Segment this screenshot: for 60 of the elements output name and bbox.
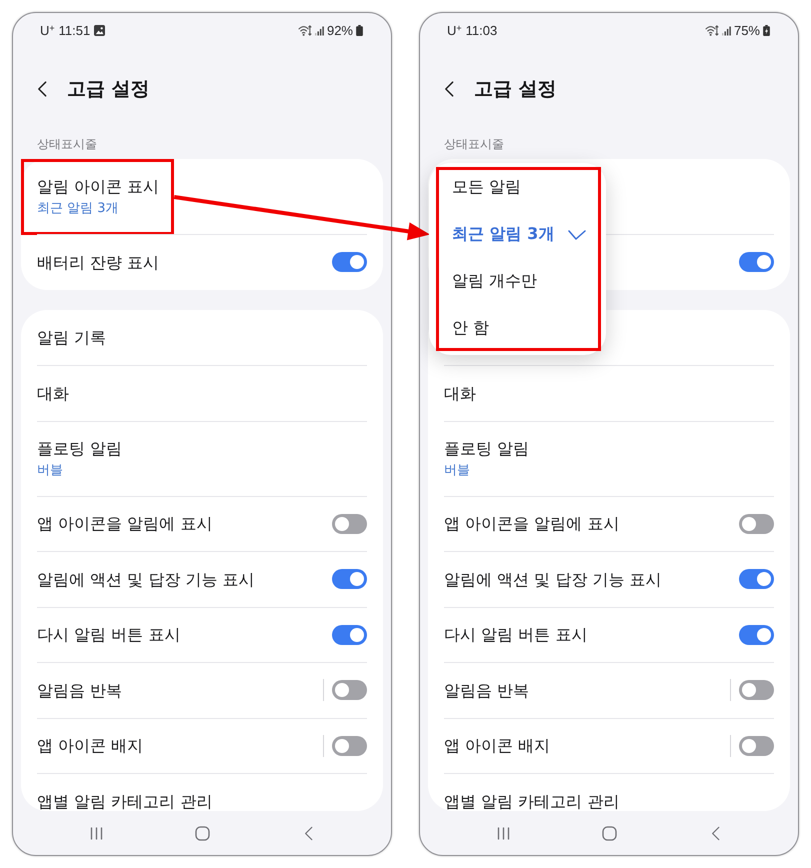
setting-label[interactable]: 앱별 알림 카테고리 관리	[37, 792, 212, 811]
toggle-switch[interactable]	[332, 736, 367, 756]
setting-label[interactable]: 앱별 알림 카테고리 관리	[444, 792, 620, 811]
home-icon[interactable]	[194, 826, 210, 840]
toggle-switch[interactable]	[332, 252, 367, 272]
setting-label[interactable]: 알림음 반복	[37, 680, 122, 700]
setting-label[interactable]: 알림에 액션 및 답장 기능 표시	[444, 570, 662, 589]
home-icon[interactable]	[602, 826, 616, 840]
page-title: 고급 설정	[67, 77, 150, 102]
setting-label[interactable]: 플로팅 알림	[37, 438, 122, 458]
setting-label[interactable]: 플로팅 알림	[444, 438, 530, 458]
setting-label[interactable]: 알림에 액션 및 답장 기능 표시	[37, 570, 254, 589]
wifi-icon	[298, 25, 312, 36]
setting-label[interactable]: 앱 아이콘 배지	[37, 736, 144, 756]
clock-time: 11:51	[58, 23, 90, 38]
toggle-switch[interactable]	[739, 514, 774, 534]
section-header: 상태표시줄	[443, 136, 505, 153]
wifi-icon	[704, 25, 719, 36]
setting-label[interactable]: 알림 기록	[37, 328, 106, 347]
check-icon	[568, 230, 586, 240]
toggle-switch[interactable]	[739, 624, 774, 645]
recent-apps-icon[interactable]	[90, 826, 102, 840]
setting-value: 최근 알림 3개	[37, 200, 119, 216]
battery-percent: 75%	[734, 23, 760, 38]
menu-option[interactable]: 모든 알림	[429, 164, 606, 211]
setting-label[interactable]: 알림 아이콘 표시	[37, 176, 160, 196]
toggle-switch[interactable]	[739, 736, 774, 756]
setting-label[interactable]: 앱 아이콘 배지	[444, 736, 550, 756]
menu-option[interactable]: 최근 알림 3개	[429, 211, 606, 258]
setting-label[interactable]: 대화	[37, 384, 69, 403]
carrier-label: U$^{+}$	[447, 23, 462, 38]
toggle-switch[interactable]	[739, 252, 774, 272]
setting-value: 버블	[37, 462, 63, 478]
setting-label[interactable]: 앱 아이콘을 알림에 표시	[444, 514, 620, 534]
section-header: 상태표시줄	[36, 136, 98, 153]
signal-bars-icon	[314, 26, 324, 36]
page-title: 고급 설정	[474, 77, 557, 102]
setting-value: 버블	[444, 462, 470, 478]
toggle-switch[interactable]	[739, 569, 774, 590]
back-icon[interactable]	[444, 80, 454, 98]
carrier-label: U$^{+}$	[40, 23, 55, 38]
setting-label[interactable]: 다시 알림 버튼 표시	[37, 625, 180, 644]
recent-apps-icon[interactable]	[496, 826, 510, 840]
image-icon	[94, 25, 106, 36]
signal-bars-icon	[722, 26, 731, 36]
setting-label[interactable]: 알림음 반복	[444, 680, 530, 700]
setting-label[interactable]: 배터리 잔량 표시	[37, 252, 160, 272]
menu-option[interactable]: 안 함	[429, 305, 606, 352]
clock-time: 11:03	[466, 23, 498, 38]
toggle-switch[interactable]	[332, 680, 367, 700]
menu-option[interactable]: 알림 개수만	[429, 258, 606, 305]
toggle-switch[interactable]	[332, 624, 367, 645]
setting-label[interactable]: 대화	[444, 384, 476, 403]
toggle-switch[interactable]	[332, 569, 367, 590]
setting-label[interactable]: 앱 아이콘을 알림에 표시	[37, 514, 212, 534]
battery-percent: 92%	[326, 23, 353, 38]
setting-label[interactable]: 다시 알림 버튼 표시	[444, 625, 588, 644]
back-icon[interactable]	[37, 80, 47, 98]
toggle-switch[interactable]	[739, 680, 774, 700]
toggle-switch[interactable]	[332, 514, 367, 534]
